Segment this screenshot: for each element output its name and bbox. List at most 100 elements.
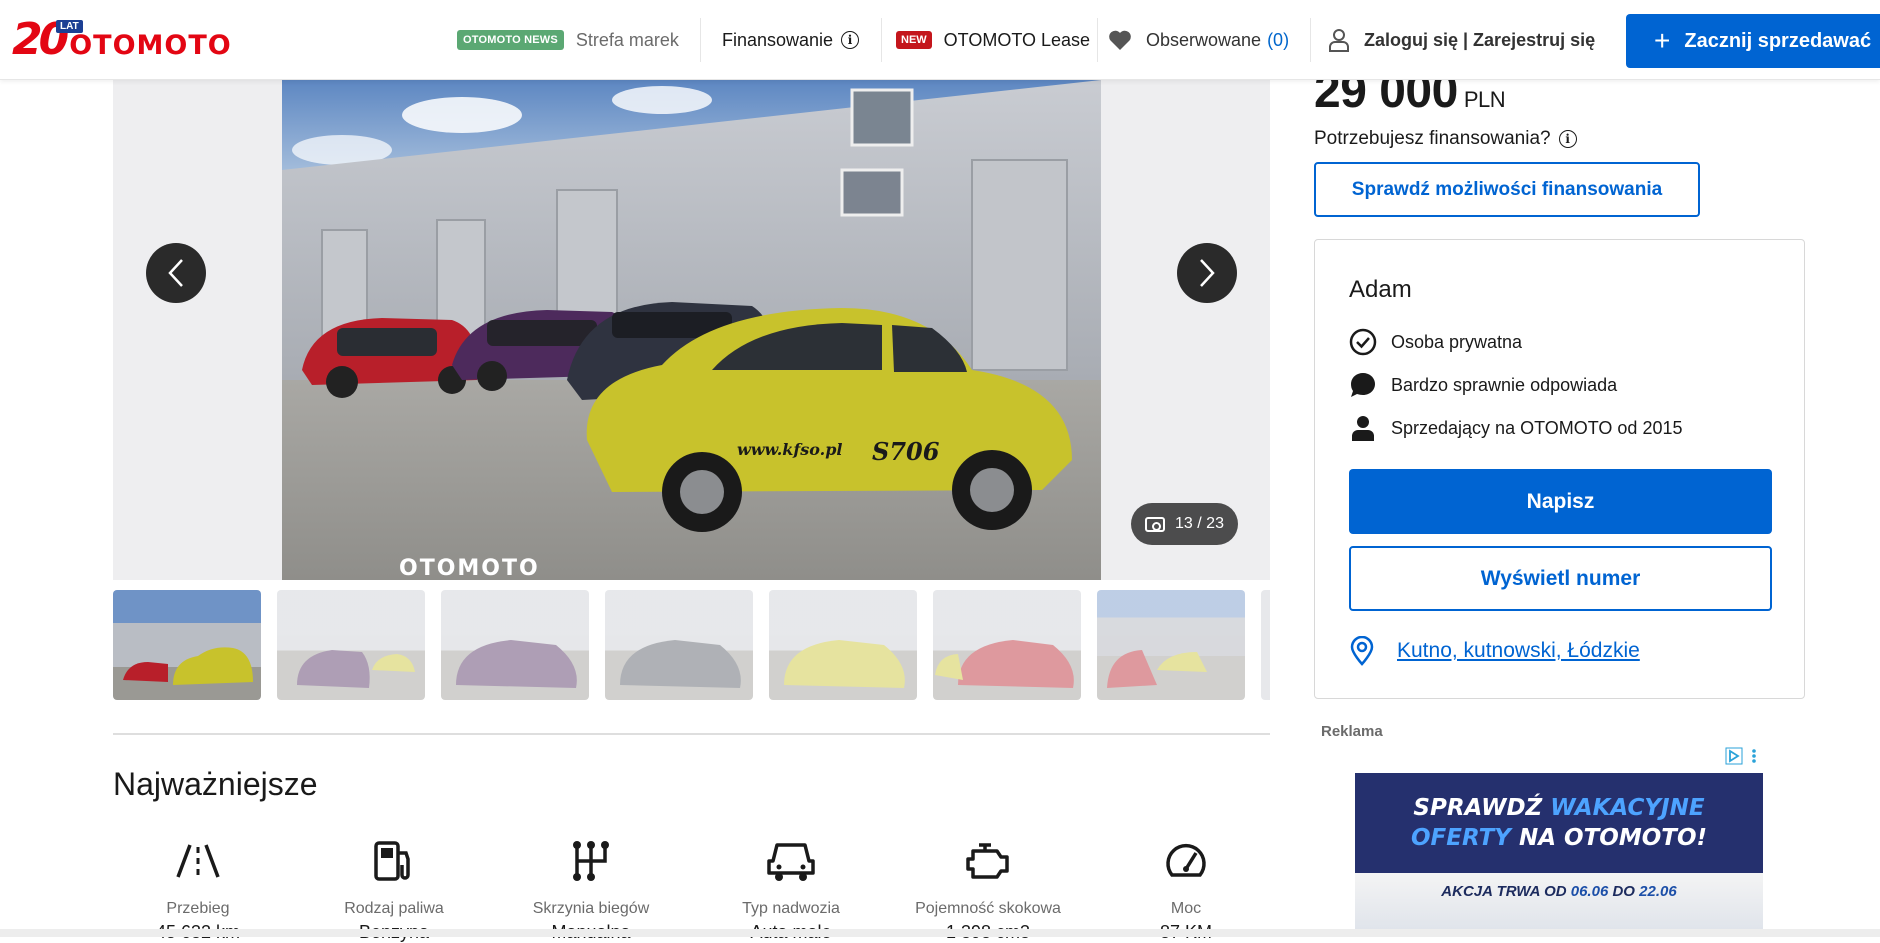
highlights-list: Przebieg 45 632 km Rodzaj paliwa Benzyna… [113, 836, 1270, 942]
chevron-left-icon [168, 259, 183, 287]
show-phone-button[interactable]: Wyświetl numer [1349, 546, 1772, 611]
seller-response-row: Bardzo sprawnie odpowiada [1349, 371, 1617, 399]
otomoto-news-badge: OTOMOTO NEWS [457, 30, 564, 50]
road-icon [113, 836, 283, 886]
nav-strefa-marek-label: Strefa marek [575, 29, 679, 50]
ad-text: NA OTOMOTO! [1518, 825, 1708, 851]
write-message-button[interactable]: Napisz [1349, 469, 1772, 534]
thumbnail-5[interactable] [769, 590, 917, 700]
start-selling-button[interactable]: + Zacznij sprzedawać [1626, 14, 1880, 68]
svg-text:www.kfso.pl: www.kfso.pl [737, 440, 842, 459]
login-register-link[interactable]: Zaloguj się | Zarejestruj się [1364, 30, 1595, 51]
spec-label: Moc [1170, 900, 1202, 917]
nav-obserwowane-label: Obserwowane [1146, 29, 1262, 50]
nav-finansowanie[interactable]: Finansowanie i [722, 0, 860, 80]
spec-label: Skrzynia biegów [532, 900, 650, 917]
next-photo-button[interactable] [1177, 243, 1237, 303]
thumbnail-2[interactable] [277, 590, 425, 700]
thumbnail-4[interactable] [605, 590, 753, 700]
location-link[interactable]: Kutno, kutnowski, Łódzkie [1397, 639, 1640, 663]
thumbnail-8[interactable] [1261, 590, 1270, 700]
nav-lease-label: OTOMOTO Lease [943, 29, 1091, 50]
nav-otomoto-lease[interactable]: NEW OTOMOTO Lease [896, 0, 1090, 80]
seller-location[interactable]: Kutno, kutnowski, Łódzkie [1349, 636, 1640, 666]
ad-headline-2: OFERTY NA OTOMOTO! [1355, 825, 1763, 851]
highlights-title: Najważniejsze [113, 766, 318, 802]
spec-item-engine-capacity: Pojemność skokowa 1 398 cm3 [903, 836, 1073, 943]
thumbnail-7[interactable] [1097, 590, 1245, 700]
spec-item-power: Moc 87 KM [1101, 836, 1271, 943]
location-pin-icon [1349, 636, 1375, 666]
spec-label: Przebieg [166, 900, 230, 917]
nav-divider [700, 18, 701, 62]
ad-date-start: 06.06 [1570, 883, 1609, 900]
gearbox-icon [506, 836, 676, 886]
ad-text: SPRAWDŹ [1413, 795, 1543, 821]
thumbnail-1[interactable] [113, 590, 261, 700]
seller-since: Sprzedający na OTOMOTO od 2015 [1391, 417, 1683, 438]
thumbnail-3[interactable] [441, 590, 589, 700]
thumbnail-strip [113, 590, 1270, 700]
ad-date-end: 22.06 [1639, 883, 1677, 900]
speedometer-icon [1101, 836, 1271, 886]
plus-icon: + [1654, 25, 1671, 56]
price-currency: PLN [1463, 87, 1506, 112]
ad-text-highlight: OFERTY [1410, 825, 1511, 851]
spec-label: Typ nadwozia [742, 900, 840, 917]
chat-bubble-icon [1349, 371, 1377, 399]
camera-icon [1145, 516, 1166, 532]
seller-since-row: Sprzedający na OTOMOTO od 2015 [1349, 414, 1682, 442]
main-car-photo[interactable]: www.kfso.pl S706 [282, 80, 1101, 580]
ad-dates: AKCJA TRWA OD 06.06 DO 22.06 [1355, 883, 1763, 900]
logo-wordmark: OTOMOTO [69, 29, 232, 61]
nav-divider [881, 18, 882, 62]
section-divider [113, 733, 1270, 735]
more-options-icon[interactable] [1747, 747, 1761, 765]
nav-divider [1310, 18, 1311, 62]
seller-type: Osoba prywatna [1391, 331, 1523, 352]
nav-finansowanie-label: Finansowanie [722, 29, 834, 50]
nav-strefa-marek[interactable]: OTOMOTO NEWS Strefa marek [457, 0, 679, 80]
ad-text-highlight: WAKACYJNE [1550, 795, 1705, 821]
nav-obserwowane[interactable]: Obserwowane (0) [1108, 0, 1289, 80]
seller-type-row: Osoba prywatna [1349, 328, 1522, 356]
spec-item-mileage: Przebieg 45 632 km [113, 836, 283, 943]
seller-name: Adam [1349, 276, 1412, 303]
info-icon[interactable]: i [841, 31, 860, 49]
financing-question-text: Potrzebujesz finansowania? [1314, 128, 1551, 149]
check-financing-button[interactable]: Sprawdź możliwości finansowania [1314, 162, 1700, 217]
watched-count: (0) [1267, 29, 1290, 50]
info-icon[interactable]: i [1558, 130, 1577, 148]
person-icon [1349, 414, 1377, 442]
svg-text:S706: S706 [872, 437, 940, 466]
fuel-pump-icon [309, 836, 479, 886]
photo-counter: 13 / 23 [1131, 503, 1238, 545]
car-body-icon [706, 836, 876, 886]
ad-text: DO [1612, 883, 1635, 900]
thumbnail-6[interactable] [933, 590, 1081, 700]
check-circle-icon [1349, 328, 1377, 356]
engine-icon [903, 836, 1073, 886]
financing-question: Potrzebujesz finansowania? i [1314, 128, 1577, 150]
photo-counter-text: 13 / 23 [1175, 515, 1224, 532]
seller-card: Adam Osoba prywatna Bardzo sprawnie odpo… [1314, 239, 1805, 699]
start-selling-label: Zacznij sprzedawać [1684, 29, 1872, 52]
otomoto-logo[interactable]: 20 LAT OTOMOTO [12, 14, 232, 66]
spec-item-fuel: Rodzaj paliwa Benzyna [309, 836, 479, 943]
nav-login[interactable]: Zaloguj się | Zarejestruj się [1328, 0, 1595, 80]
nav-divider [1097, 18, 1098, 62]
adchoices-icon[interactable] [1719, 745, 1761, 767]
spec-item-gearbox: Skrzynia biegów Manualna [506, 836, 676, 943]
user-icon [1328, 28, 1350, 52]
ad-headline-1: SPRAWDŹ WAKACYJNE [1355, 795, 1763, 821]
spec-label: Rodzaj paliwa [344, 900, 444, 917]
logo-lat-badge: LAT [56, 20, 83, 33]
photo-watermark: OTOMOTO [399, 556, 540, 580]
previous-photo-button[interactable] [146, 243, 206, 303]
new-badge: NEW [896, 31, 932, 49]
advertisement-banner[interactable]: SPRAWDŹ WAKACYJNE OFERTY NA OTOMOTO! AKC… [1355, 743, 1763, 937]
top-navigation-bar: 20 LAT OTOMOTO OTOMOTO NEWS Strefa marek… [0, 0, 1880, 80]
ad-label: Reklama [1321, 723, 1383, 740]
heart-icon [1108, 29, 1132, 51]
photo-gallery[interactable]: www.kfso.pl S706 OTOMOTO 13 / 23 [113, 80, 1270, 580]
